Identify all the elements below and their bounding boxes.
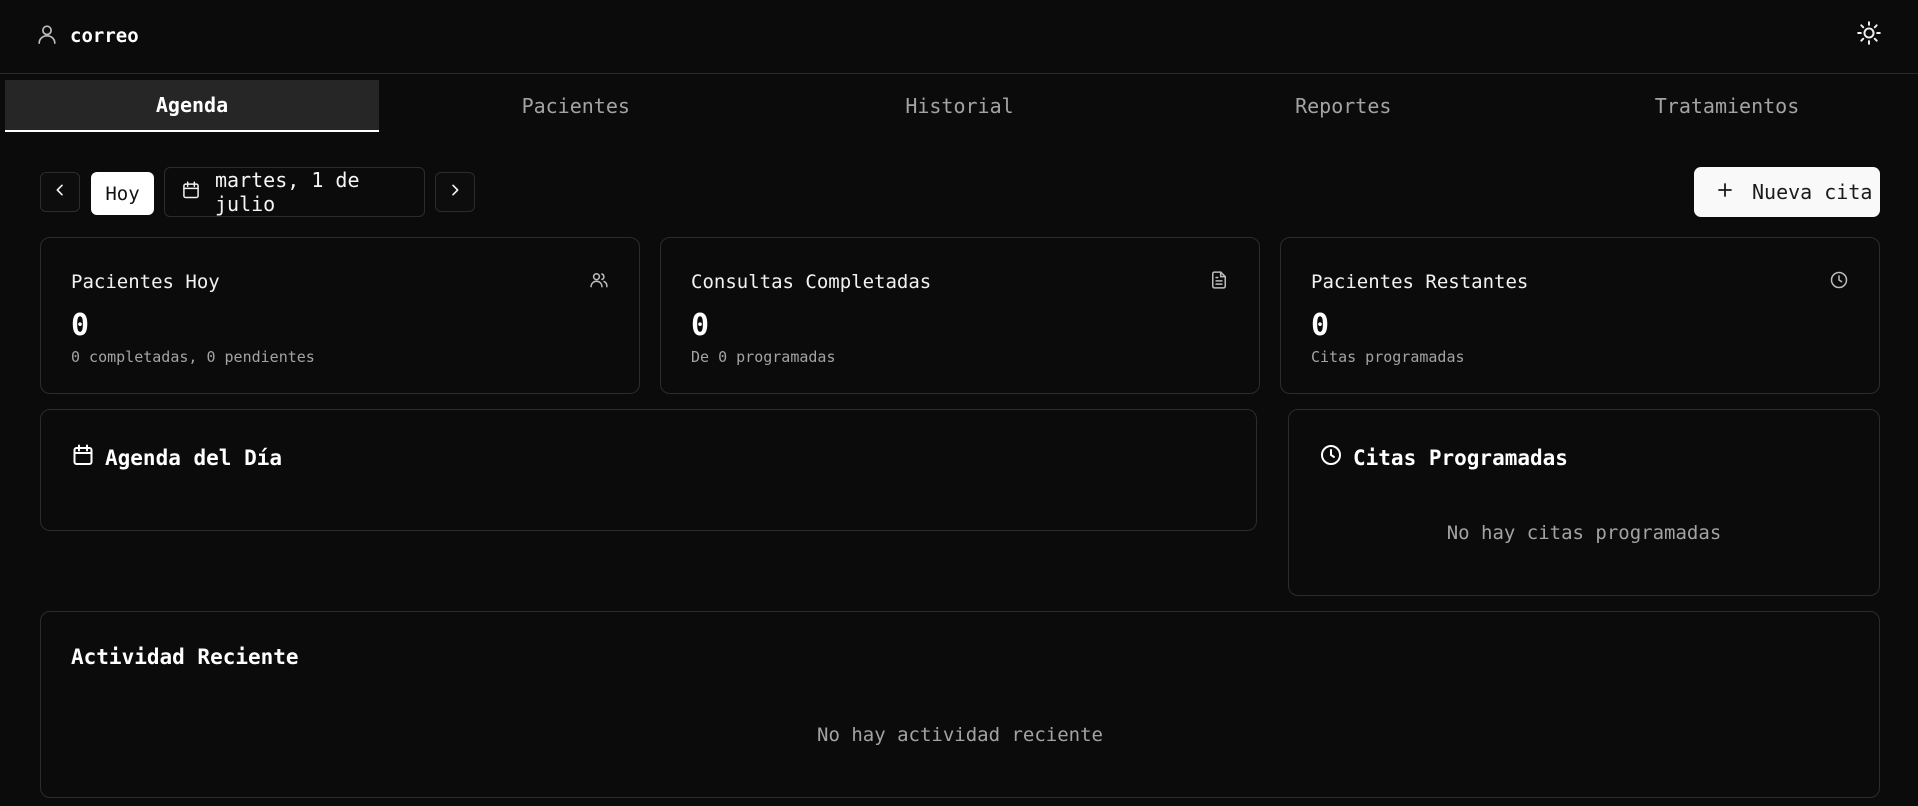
- main-tabs: Agenda Pacientes Historial Reportes Trat…: [5, 80, 1918, 132]
- tab-tratamientos[interactable]: Tratamientos: [1540, 80, 1914, 132]
- date-toolbar: Hoy martes, 1 de julio Nueva cita: [40, 167, 1880, 217]
- user-name: correo: [70, 25, 139, 47]
- new-appointment-label: Nueva cita: [1752, 180, 1873, 204]
- stat-value: 0: [1311, 308, 1330, 343]
- scheduled-empty-message: No hay citas programadas: [1446, 522, 1722, 544]
- file-text-icon: [1209, 270, 1229, 294]
- stat-value: 0: [691, 308, 710, 343]
- new-appointment-button[interactable]: Nueva cita: [1694, 167, 1880, 217]
- calendar-icon: [181, 180, 201, 205]
- chevron-left-icon: [52, 182, 68, 202]
- chevron-right-icon: [447, 182, 463, 202]
- tab-pacientes[interactable]: Pacientes: [389, 80, 763, 132]
- recent-activity-title: Actividad Reciente: [71, 645, 299, 669]
- stat-card-completed-consultations: Consultas Completadas 0 De 0 programadas: [660, 237, 1260, 394]
- today-button[interactable]: Hoy: [91, 172, 154, 215]
- stat-card-remaining-patients: Pacientes Restantes 0 Citas programadas: [1280, 237, 1880, 394]
- previous-day-button[interactable]: [40, 172, 80, 212]
- date-picker-button[interactable]: martes, 1 de julio: [164, 167, 425, 217]
- recent-activity-card: Actividad Reciente No hay actividad reci…: [40, 611, 1880, 798]
- scheduled-appointments-card: Citas Programadas No hay citas programad…: [1288, 409, 1880, 596]
- activity-empty-message: No hay actividad reciente: [817, 724, 1103, 746]
- day-agenda-title-text: Agenda del Día: [105, 445, 283, 470]
- stat-title: Pacientes Hoy: [71, 271, 220, 293]
- clock-icon: [1829, 270, 1849, 294]
- calendar-icon: [71, 443, 95, 472]
- day-agenda-card: Agenda del Día: [40, 409, 1257, 531]
- tab-agenda[interactable]: Agenda: [5, 80, 379, 132]
- stat-subtitle: De 0 programadas: [691, 348, 836, 366]
- user-icon: [36, 22, 58, 50]
- top-bar: correo: [0, 0, 1918, 74]
- stat-card-patients-today: Pacientes Hoy 0 0 completadas, 0 pendien…: [40, 237, 640, 394]
- stat-title: Consultas Completadas: [691, 271, 932, 293]
- tab-historial[interactable]: Historial: [773, 80, 1147, 132]
- plus-icon: [1716, 180, 1734, 204]
- tab-reportes[interactable]: Reportes: [1156, 80, 1530, 132]
- sun-icon: [1856, 20, 1882, 50]
- scheduled-appointments-title: Citas Programadas: [1319, 443, 1568, 472]
- day-agenda-title: Agenda del Día: [71, 443, 282, 472]
- theme-toggle-button[interactable]: [1854, 20, 1884, 50]
- users-icon: [589, 270, 609, 294]
- stat-title: Pacientes Restantes: [1311, 271, 1529, 293]
- stat-subtitle: 0 completadas, 0 pendientes: [71, 348, 315, 366]
- clock-icon: [1319, 443, 1343, 472]
- stat-value: 0: [71, 308, 90, 343]
- stat-subtitle: Citas programadas: [1311, 348, 1465, 366]
- scheduled-appointments-title-text: Citas Programadas: [1353, 445, 1568, 470]
- user-menu[interactable]: correo: [36, 22, 139, 50]
- next-day-button[interactable]: [435, 172, 475, 212]
- date-label: martes, 1 de julio: [215, 168, 360, 216]
